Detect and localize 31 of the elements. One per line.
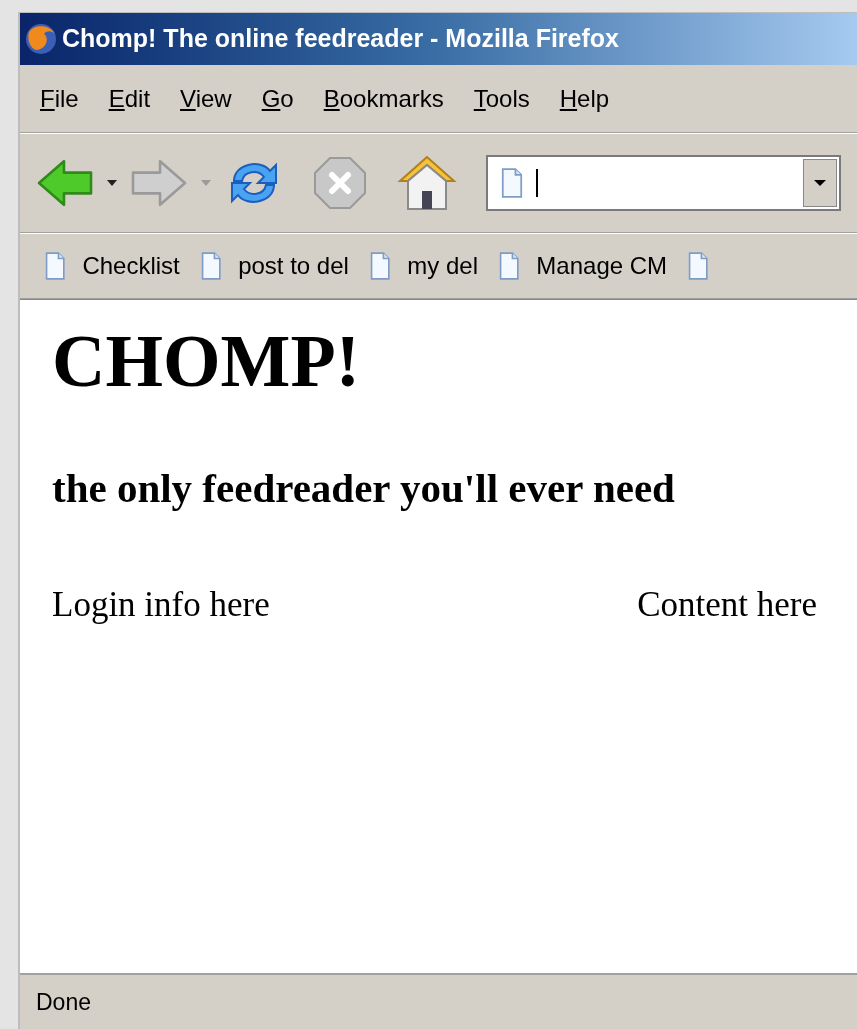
page-icon [368, 252, 392, 280]
menu-item[interactable]: Edit [108, 80, 151, 117]
status-text: Done [36, 987, 91, 1017]
stop-icon[interactable] [312, 155, 368, 211]
address-field[interactable] [486, 155, 841, 211]
page-icon [687, 252, 710, 280]
caret-icon[interactable] [106, 179, 118, 187]
menu-item[interactable]: Bookmarks [323, 80, 444, 117]
bookmark-link[interactable]: Checklist [82, 248, 180, 284]
globe-fox-icon [24, 22, 58, 56]
page-icon [497, 252, 521, 280]
menu-item[interactable]: View [180, 80, 232, 117]
page-icon [500, 168, 524, 198]
bookmark-link[interactable]: Manage CM [536, 248, 668, 284]
dropdown-button[interactable] [803, 159, 837, 207]
menu-item[interactable]: Tools [473, 80, 530, 117]
menu-item[interactable]: Help [559, 80, 610, 117]
home-icon[interactable] [396, 153, 458, 213]
back-arrow-icon[interactable] [36, 157, 94, 209]
bookmark-link[interactable]: post to del [238, 248, 349, 284]
caret-icon [813, 179, 827, 187]
bookmark-link[interactable]: my del [407, 248, 478, 284]
menu-item[interactable]: Go [261, 80, 294, 117]
page-icon [199, 252, 223, 280]
page-icon [44, 252, 67, 280]
login-text: Login info here [52, 584, 271, 626]
menu-item[interactable]: File [40, 80, 79, 117]
window-title: Chomp! The online feedreader - Mozilla Firefox [62, 23, 619, 55]
content-text: Content here [637, 584, 817, 626]
page-heading: CHOMP! [52, 324, 362, 398]
page-subheading: the only feedreader you'll ever need [52, 468, 676, 509]
